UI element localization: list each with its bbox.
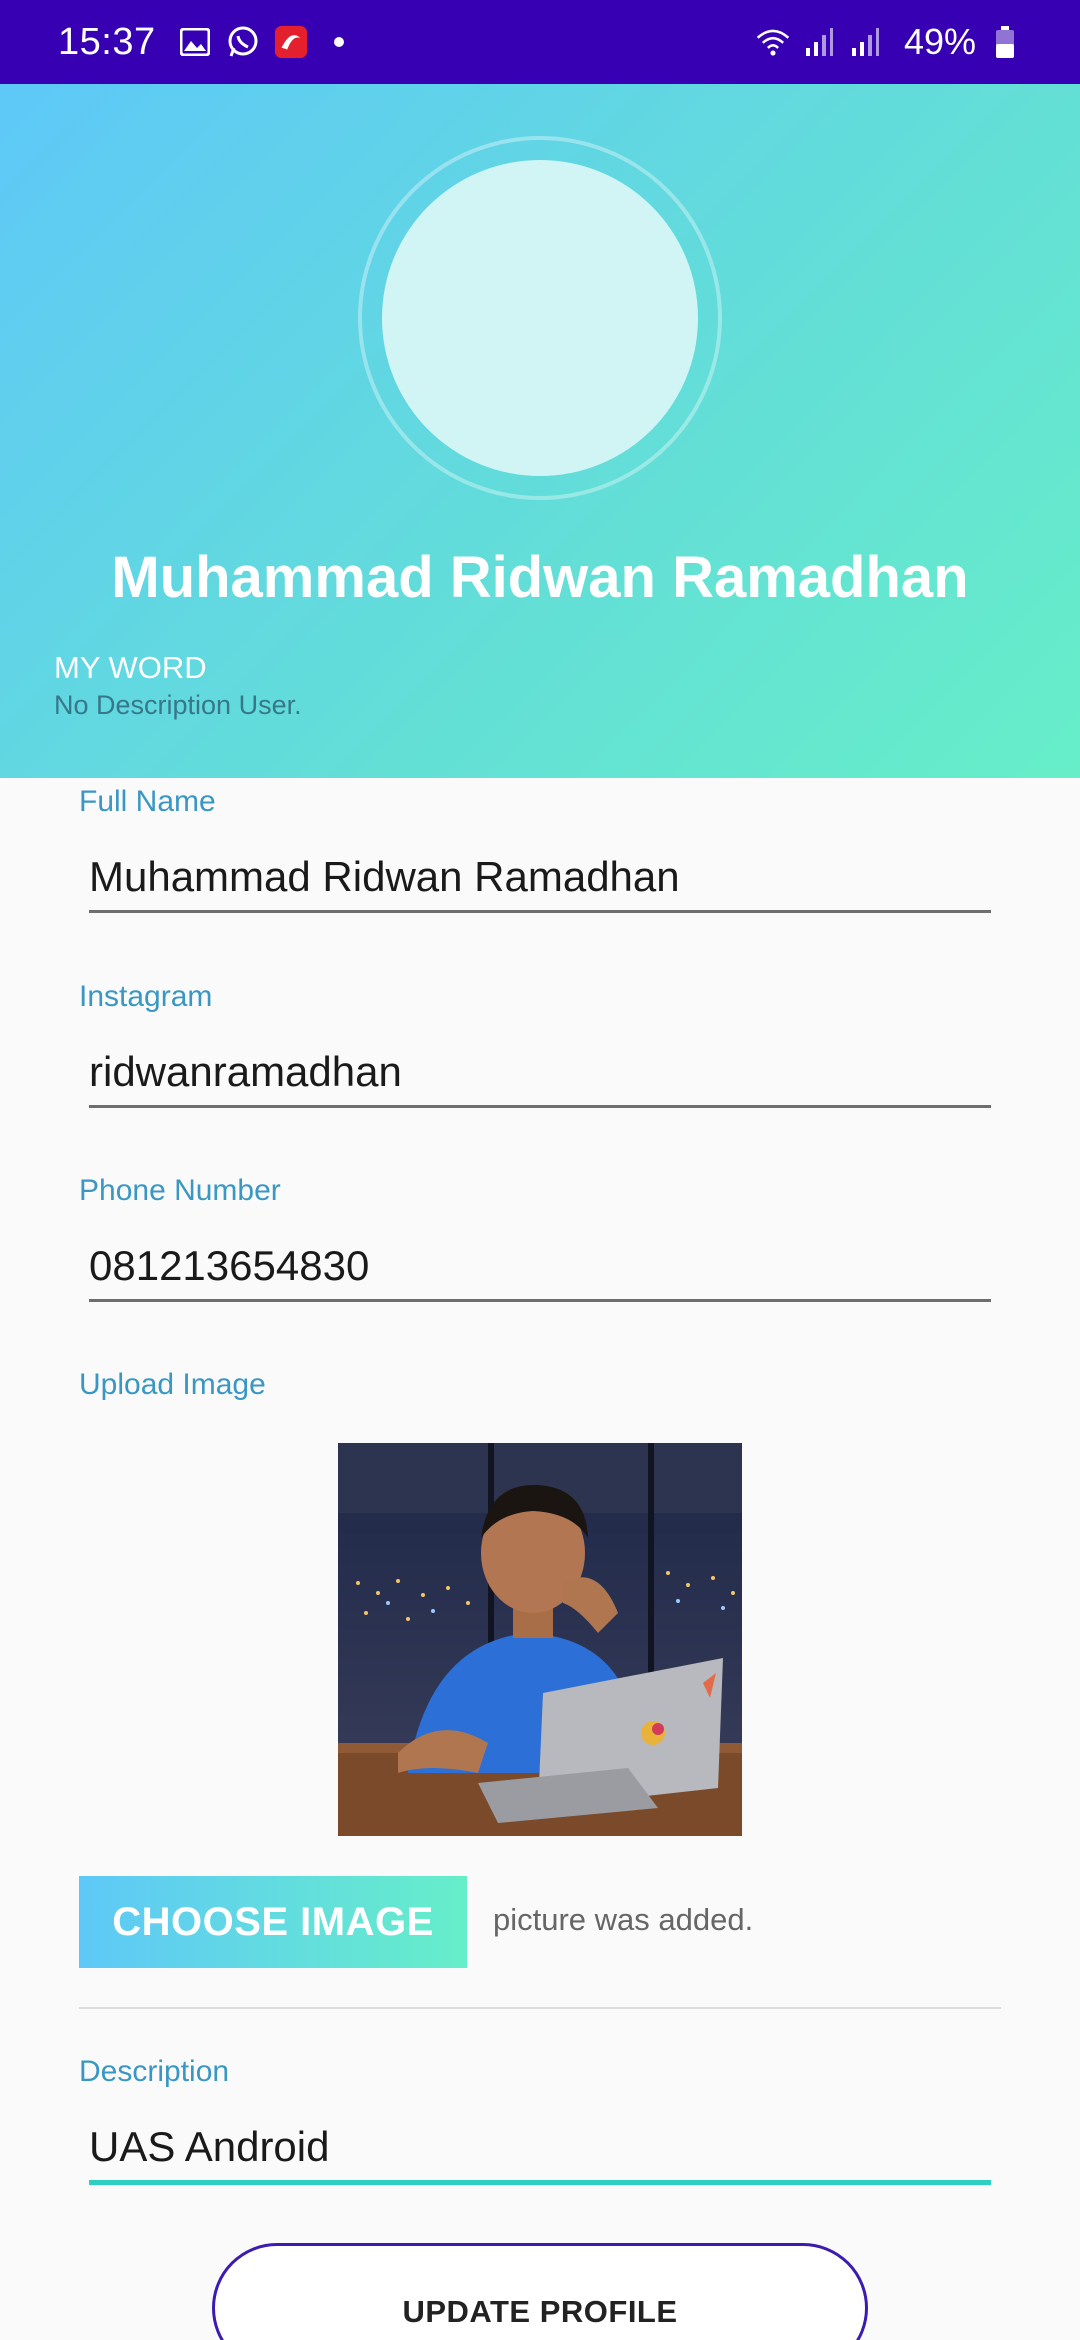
wifi-icon xyxy=(756,25,790,59)
my-word-label: MY WORD xyxy=(54,650,207,685)
description-field[interactable]: UAS Android xyxy=(89,2123,329,2171)
signal-icon xyxy=(802,25,836,59)
instagram-field[interactable]: ridwanramadhan xyxy=(89,1048,402,1096)
full-name-underline xyxy=(89,910,991,913)
instagram-label: Instagram xyxy=(79,980,213,1013)
battery-icon xyxy=(988,25,1022,59)
choose-image-button[interactable]: CHOOSE IMAGE xyxy=(79,1876,467,1968)
profile-name: Muhammad Ridwan Ramadhan xyxy=(111,545,969,610)
telkomsel-icon xyxy=(274,25,308,59)
profile-screen: 15:37 49% Muhammad Ridwan Ramadhan MY WO… xyxy=(0,0,1080,2340)
phone-underline xyxy=(89,1299,991,1302)
phone-label: Phone Number xyxy=(79,1174,281,1207)
whatsapp-icon xyxy=(226,25,260,59)
profile-header: Muhammad Ridwan Ramadhan MY WORD No Desc… xyxy=(0,84,1080,778)
status-time: 15:37 xyxy=(58,20,156,63)
battery-percent: 49% xyxy=(903,21,976,62)
notification-icons xyxy=(178,25,344,59)
gallery-icon xyxy=(178,25,212,59)
picture-status-text: picture was added. xyxy=(493,1902,754,1937)
profile-photo xyxy=(338,1443,742,1836)
system-icons: 49% xyxy=(756,21,1022,63)
phone-field[interactable]: 081213654830 xyxy=(89,1242,369,1290)
status-bar: 15:37 49% xyxy=(0,0,1080,84)
description-underline xyxy=(89,2180,991,2185)
signal-icon xyxy=(848,25,882,59)
dot-icon xyxy=(333,37,344,47)
instagram-underline xyxy=(89,1105,991,1108)
full-name-field[interactable]: Muhammad Ridwan Ramadhan xyxy=(89,853,680,901)
my-word-description: No Description User. xyxy=(54,690,302,720)
full-name-label: Full Name xyxy=(79,785,216,818)
avatar[interactable] xyxy=(382,160,698,476)
divider xyxy=(79,2007,1001,2009)
update-profile-button[interactable]: UPDATE PROFILE xyxy=(212,2243,868,2340)
upload-image-label: Upload Image xyxy=(79,1368,266,1401)
description-label: Description xyxy=(79,2055,230,2088)
